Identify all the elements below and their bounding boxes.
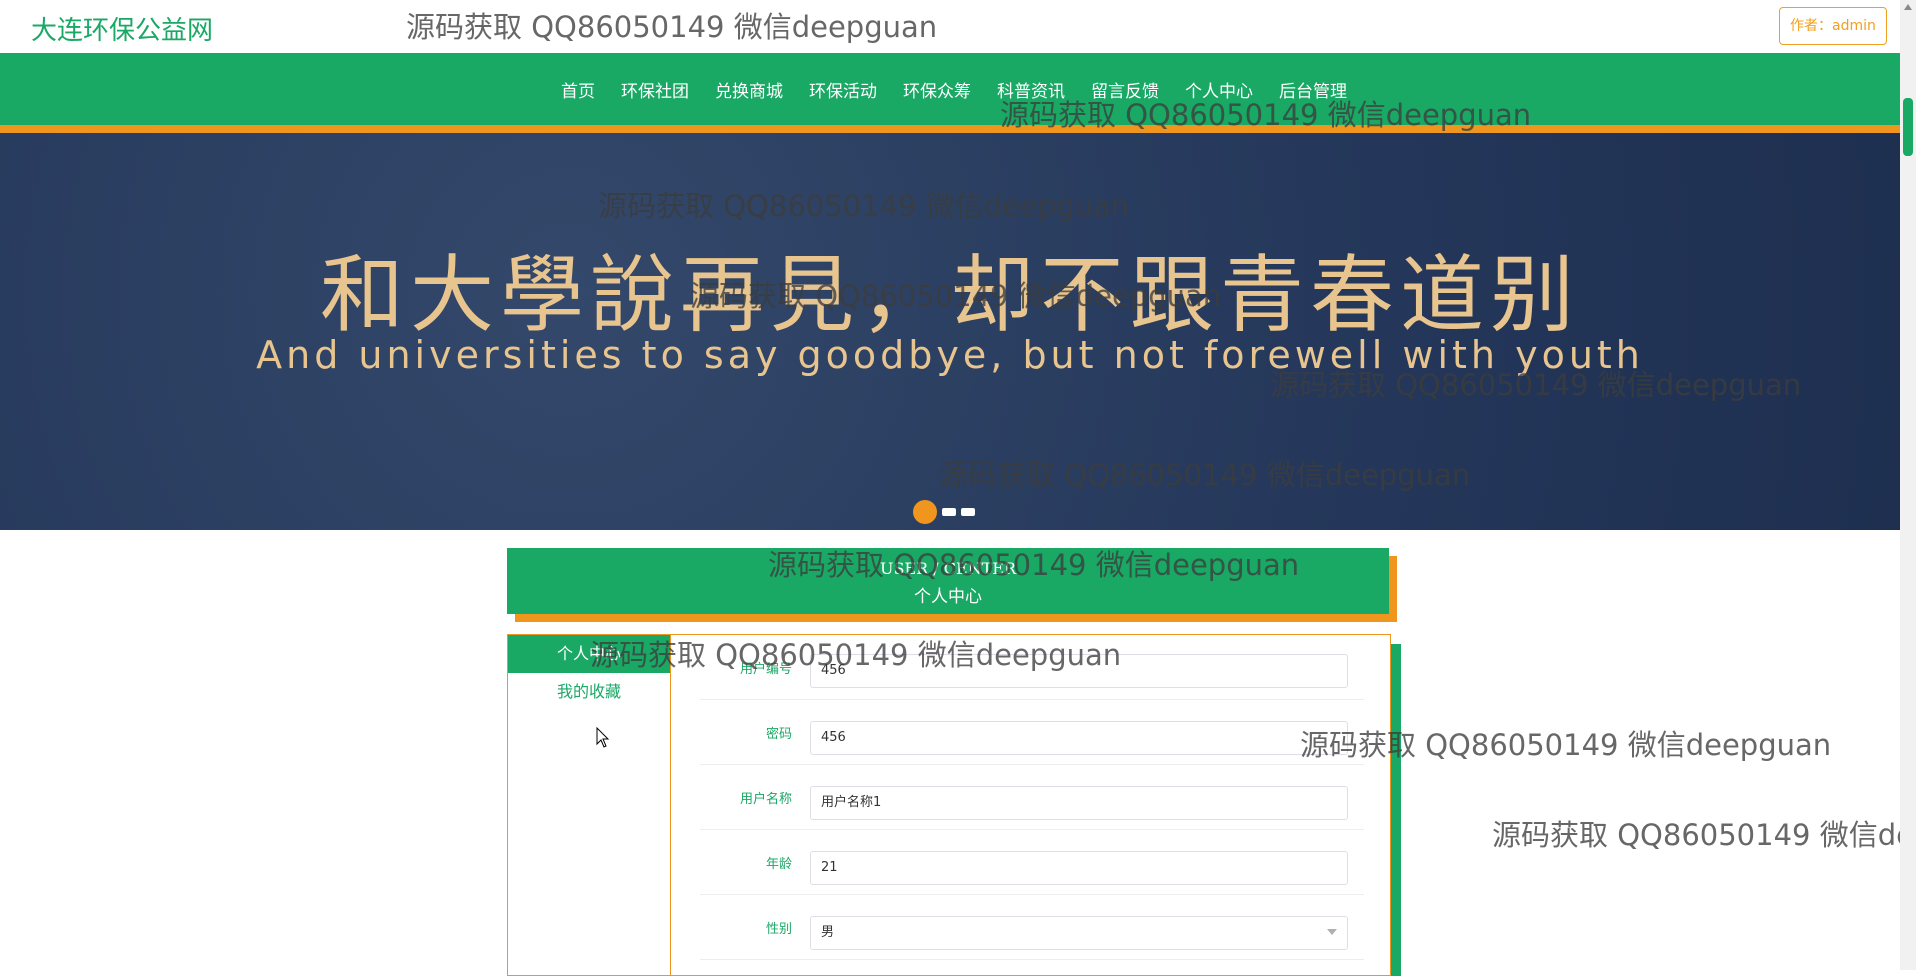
user-id-label: 用户编号: [739, 662, 792, 677]
nav-item-admin[interactable]: 后台管理: [1266, 77, 1360, 102]
gender-label: 性别: [765, 922, 792, 937]
user-info-form: 用户编号 456 密码 456 用户名称 用户名称1 年龄 21 性别 男: [700, 635, 1364, 960]
sidebar-item-favorites[interactable]: 我的收藏: [508, 673, 670, 711]
form-row-age: 年龄 21: [700, 830, 1364, 895]
user-sidebar: 个人中心 我的收藏: [508, 635, 671, 975]
form-row-password: 密码 456: [700, 700, 1364, 765]
sidebar-item-user-center[interactable]: 个人中心: [508, 635, 670, 673]
carousel-dot[interactable]: [942, 508, 956, 516]
section-title-en: USER / CENTER: [879, 559, 1017, 578]
banner-title: 和大學說再見，却不跟青春道别: [319, 246, 1580, 344]
watermark-text: 源码获取 QQ86050149 微信deepguan: [1492, 818, 1900, 852]
age-input[interactable]: 21: [810, 851, 1348, 885]
scrollbar-thumb[interactable]: [1903, 98, 1913, 156]
username-label: 用户名称: [739, 792, 792, 807]
banner-subtitle: And universities to say goodbye, but not…: [256, 333, 1644, 377]
main-nav: 首页 环保社团 兑换商城 环保活动 环保众筹 科普资讯 留言反馈 个人中心 后台…: [0, 53, 1900, 125]
author-button[interactable]: 作者：admin: [1779, 7, 1887, 45]
carousel-dot[interactable]: [961, 508, 975, 516]
form-row-username: 用户名称 用户名称1: [700, 765, 1364, 830]
top-bar: 大连环保公益网 作者：admin: [0, 0, 1900, 54]
scroll-up-icon[interactable]: [1904, 4, 1912, 10]
user-center-panel: 个人中心 我的收藏 用户编号 456 密码 456 用户名称 用户名称1 年龄 …: [507, 634, 1391, 976]
section-title-zh: 个人中心: [914, 587, 982, 607]
nav-item-user-center[interactable]: 个人中心: [1172, 77, 1266, 102]
section-heading: USER / CENTER 个人中心: [507, 548, 1389, 614]
mouse-cursor-icon: [596, 727, 610, 748]
nav-item-news[interactable]: 科普资讯: [984, 77, 1078, 102]
site-logo[interactable]: 大连环保公益网: [31, 10, 213, 47]
nav-item-feedback[interactable]: 留言反馈: [1078, 77, 1172, 102]
nav-item-shop[interactable]: 兑换商城: [702, 77, 796, 102]
carousel-dot-active[interactable]: [913, 500, 937, 524]
nav-accent-stripe: [0, 125, 1900, 133]
nav-item-crowdfunding[interactable]: 环保众筹: [890, 77, 984, 102]
carousel-indicators: [913, 500, 975, 524]
gender-select-value: 男: [821, 925, 835, 940]
nav-item-activities[interactable]: 环保活动: [796, 77, 890, 102]
nav-item-clubs[interactable]: 环保社团: [608, 77, 702, 102]
nav-item-home[interactable]: 首页: [548, 77, 608, 102]
username-input[interactable]: 用户名称1: [810, 786, 1348, 820]
page-scrollbar[interactable]: [1900, 0, 1916, 970]
password-input[interactable]: 456: [810, 721, 1348, 755]
form-row-user-id: 用户编号 456: [700, 635, 1364, 700]
banner-carousel[interactable]: 和大學說再見，却不跟青春道别 And universities to say g…: [0, 133, 1900, 530]
password-label: 密码: [765, 727, 792, 742]
gender-select[interactable]: 男: [810, 916, 1348, 950]
form-row-gender: 性别 男: [700, 895, 1364, 960]
user-id-input[interactable]: 456: [810, 654, 1348, 688]
age-label: 年龄: [765, 857, 792, 872]
chevron-down-icon: [1327, 929, 1337, 935]
